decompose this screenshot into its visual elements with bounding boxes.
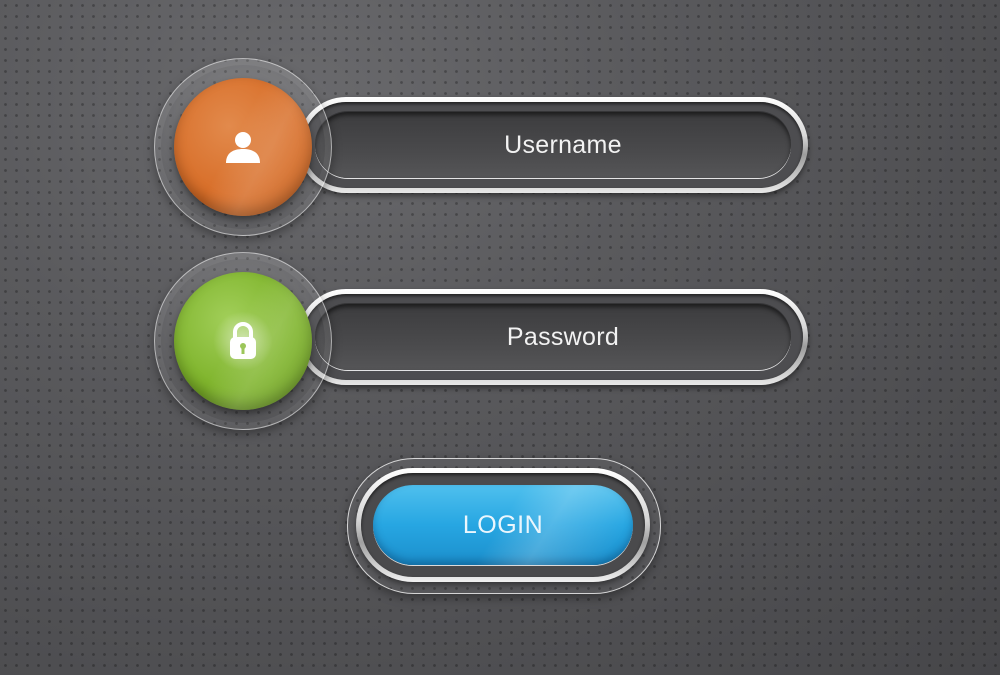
password-label: Password (506, 322, 620, 351)
login-button[interactable]: LOGIN (373, 485, 633, 565)
password-orb (174, 272, 312, 410)
username-field[interactable]: Username (298, 97, 808, 193)
username-label: Username (504, 130, 622, 159)
password-icon-badge (154, 252, 332, 430)
password-field-frame: Password (303, 294, 803, 380)
login-button-ring: LOGIN (356, 468, 650, 582)
username-input[interactable]: Username (315, 112, 791, 178)
username-field-frame: Username (303, 102, 803, 188)
username-orb (174, 78, 312, 216)
password-input[interactable]: Password (315, 304, 791, 370)
username-icon-badge (154, 58, 332, 236)
password-field[interactable]: Password (298, 289, 808, 385)
login-button-label: LOGIN (462, 510, 544, 539)
padlock-icon (174, 272, 312, 410)
user-icon (174, 78, 312, 216)
